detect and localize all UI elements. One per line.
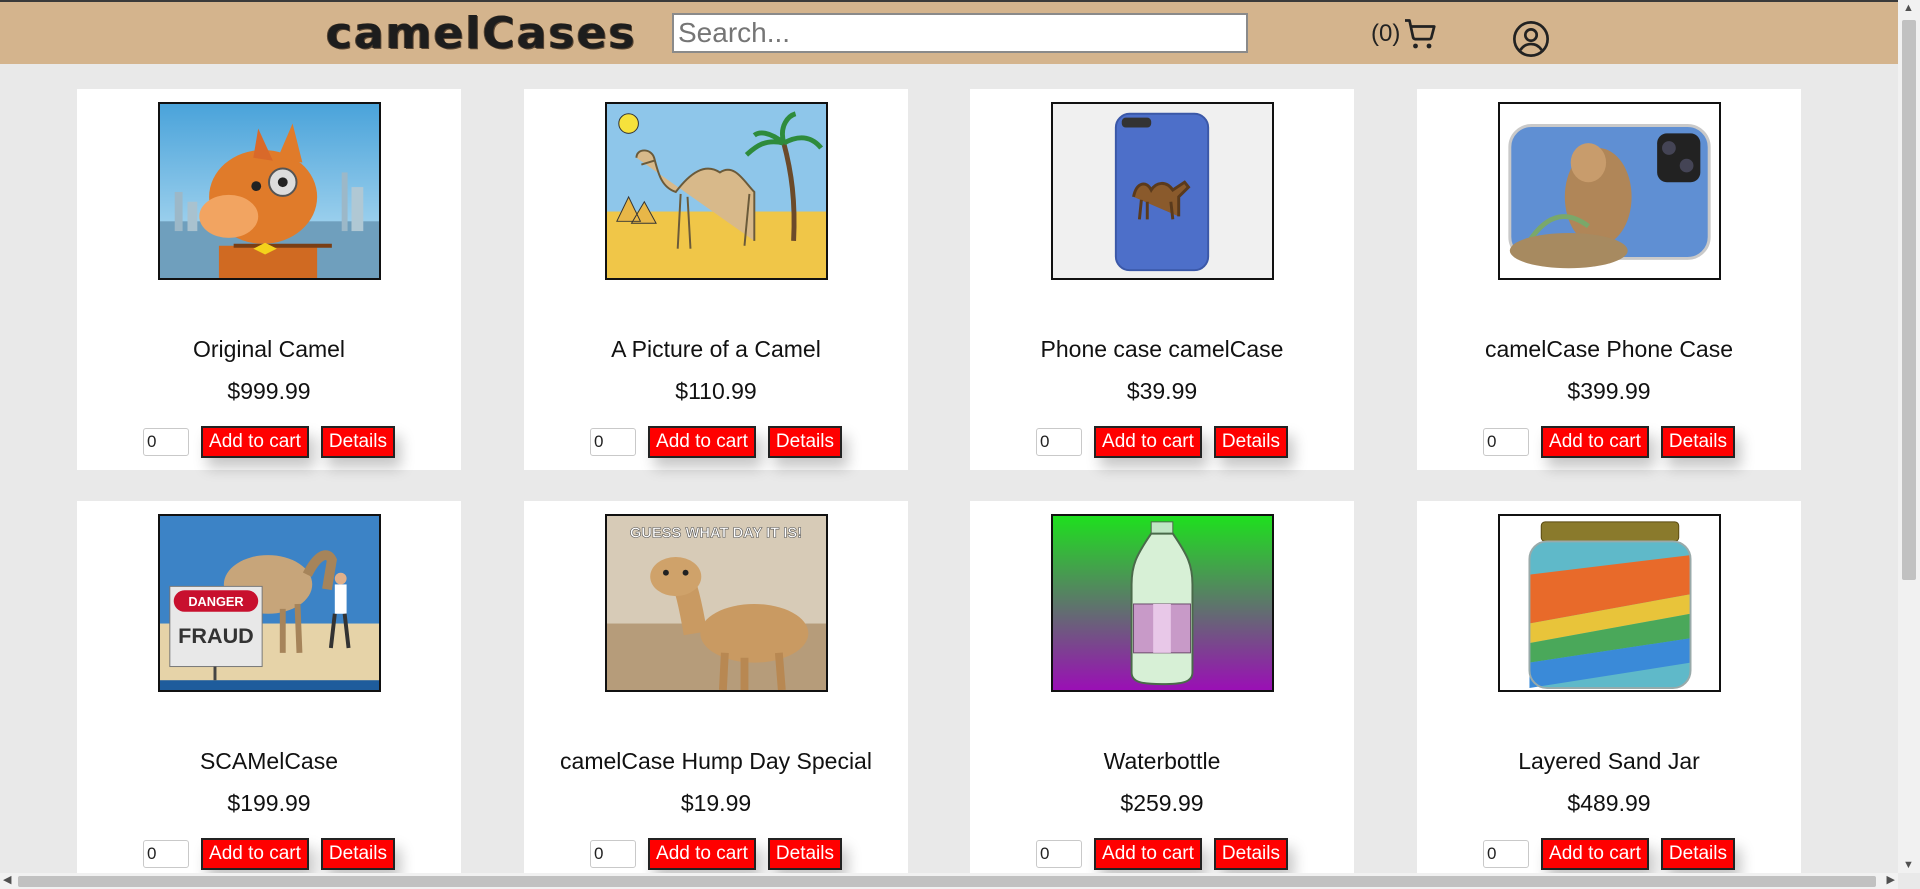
- product-actions: Add to cart Details: [524, 838, 908, 870]
- quantity-stepper[interactable]: [1036, 428, 1083, 456]
- site-logo[interactable]: camelCases: [326, 8, 637, 59]
- top-header: camelCases (0): [0, 0, 1898, 64]
- vertical-scroll-thumb[interactable]: [1902, 20, 1916, 580]
- product-name: Original Camel: [192, 336, 346, 362]
- add-to-cart-button[interactable]: Add to cart: [1541, 838, 1649, 870]
- details-button[interactable]: Details: [1213, 838, 1288, 870]
- quantity-stepper[interactable]: [143, 428, 190, 456]
- product-price: $39.99: [1126, 378, 1198, 404]
- product-image[interactable]: [1051, 102, 1274, 280]
- product-image[interactable]: GUESS WHAT DAY IT IS!: [605, 514, 828, 692]
- product-actions: Add to cart Details: [970, 838, 1354, 870]
- product-price: $199.99: [227, 790, 311, 816]
- camel-cartoon-image: [160, 104, 379, 278]
- product-card: A Picture of a Camel $110.99 Add to cart…: [524, 89, 908, 470]
- product-name: Phone case camelCase: [1040, 336, 1284, 362]
- sand-jar-image: [1500, 516, 1719, 690]
- product-actions: Add to cart Details: [1417, 426, 1801, 458]
- product-image[interactable]: [1051, 514, 1274, 692]
- product-card: DANGER FRAUD SCAMelCase $199.99 Add to c…: [77, 501, 461, 874]
- fraud-sign-text: FRAUD: [178, 623, 254, 648]
- product-name: SCAMelCase: [199, 748, 339, 774]
- product-price: $19.99: [680, 790, 752, 816]
- add-to-cart-button[interactable]: Add to cart: [648, 838, 756, 870]
- product-price: $489.99: [1567, 790, 1651, 816]
- product-card: Original Camel $999.99 Add to cart Detai…: [77, 89, 461, 470]
- product-actions: Add to cart Details: [77, 426, 461, 458]
- product-image[interactable]: [605, 102, 828, 280]
- quantity-stepper[interactable]: [590, 840, 637, 868]
- waterbottle-image: [1053, 516, 1272, 690]
- product-price: $399.99: [1567, 378, 1651, 404]
- details-button[interactable]: Details: [320, 838, 395, 870]
- product-card: camelCase Phone Case $399.99 Add to cart…: [1417, 89, 1801, 470]
- camel-photo-case-image: [1500, 104, 1719, 278]
- details-button[interactable]: Details: [320, 426, 395, 458]
- vertical-scrollbar[interactable]: ▲ ▼: [1898, 0, 1920, 873]
- product-price: $259.99: [1120, 790, 1204, 816]
- quantity-stepper[interactable]: [1036, 840, 1083, 868]
- details-button[interactable]: Details: [1213, 426, 1288, 458]
- cart-icon: [1405, 19, 1436, 49]
- product-image[interactable]: [158, 102, 381, 280]
- details-button[interactable]: Details: [1660, 426, 1735, 458]
- details-button[interactable]: Details: [767, 838, 842, 870]
- add-to-cart-button[interactable]: Add to cart: [201, 838, 309, 870]
- scroll-down-arrow-icon[interactable]: ▼: [1903, 859, 1914, 871]
- hump-day-image: GUESS WHAT DAY IT IS!: [607, 516, 826, 690]
- quantity-stepper[interactable]: [143, 840, 190, 868]
- scroll-right-arrow-icon[interactable]: ▶: [1887, 873, 1895, 886]
- phone-case-image: [1053, 104, 1272, 278]
- product-image[interactable]: DANGER FRAUD: [158, 514, 381, 692]
- search-input[interactable]: [672, 13, 1248, 53]
- cart-button[interactable]: (0): [1371, 16, 1438, 52]
- add-to-cart-button[interactable]: Add to cart: [1094, 838, 1202, 870]
- product-actions: Add to cart Details: [1417, 838, 1801, 870]
- product-image[interactable]: [1498, 102, 1721, 280]
- quantity-stepper[interactable]: [1483, 840, 1530, 868]
- user-circle-icon[interactable]: [1512, 20, 1550, 58]
- add-to-cart-button[interactable]: Add to cart: [648, 426, 756, 458]
- product-card: Layered Sand Jar $489.99 Add to cart Det…: [1417, 501, 1801, 874]
- danger-sign-text: DANGER: [188, 594, 243, 609]
- cart-count: (0): [1371, 20, 1401, 47]
- scroll-left-arrow-icon[interactable]: ◀: [3, 873, 11, 886]
- add-to-cart-button[interactable]: Add to cart: [1541, 426, 1649, 458]
- product-actions: Add to cart Details: [524, 426, 908, 458]
- product-price: $110.99: [675, 378, 757, 404]
- product-name: A Picture of a Camel: [611, 336, 821, 362]
- hump-day-caption: GUESS WHAT DAY IT IS!: [630, 526, 802, 542]
- product-card: GUESS WHAT DAY IT IS! camelCase Hump Day…: [524, 501, 908, 874]
- danger-fraud-image: DANGER FRAUD: [160, 516, 379, 690]
- product-name: camelCase Hump Day Special: [560, 748, 872, 774]
- product-actions: Add to cart Details: [77, 838, 461, 870]
- add-to-cart-button[interactable]: Add to cart: [201, 426, 309, 458]
- product-card: Waterbottle $259.99 Add to cart Details: [970, 501, 1354, 874]
- product-image[interactable]: [1498, 514, 1721, 692]
- scroll-up-arrow-icon[interactable]: ▲: [1903, 2, 1914, 14]
- horizontal-scroll-thumb[interactable]: [18, 876, 1876, 887]
- product-price: $999.99: [227, 378, 311, 404]
- product-name: camelCase Phone Case: [1484, 336, 1734, 362]
- quantity-stepper[interactable]: [1483, 428, 1530, 456]
- add-to-cart-button[interactable]: Add to cart: [1094, 426, 1202, 458]
- details-button[interactable]: Details: [1660, 838, 1735, 870]
- horizontal-scrollbar[interactable]: ◀ ▶: [0, 873, 1898, 889]
- drawn-camel-image: [607, 104, 826, 278]
- product-card: Phone case camelCase $39.99 Add to cart …: [970, 89, 1354, 470]
- details-button[interactable]: Details: [767, 426, 842, 458]
- quantity-stepper[interactable]: [590, 428, 637, 456]
- product-actions: Add to cart Details: [970, 426, 1354, 458]
- product-grid: Original Camel $999.99 Add to cart Detai…: [0, 64, 1880, 874]
- product-name: Layered Sand Jar: [1518, 748, 1700, 774]
- product-name: Waterbottle: [1103, 748, 1221, 774]
